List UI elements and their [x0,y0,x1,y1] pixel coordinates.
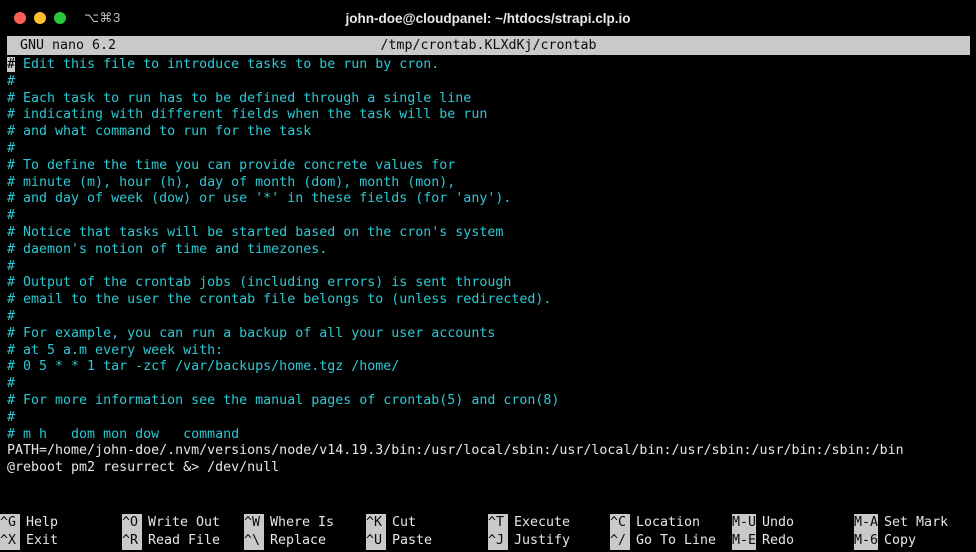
shortcut-key: ^R [122,532,142,550]
editor-line: # and day of week (dow) or use '*' in th… [7,191,512,207]
nano-header-bar: GNU nano 6.2 /tmp/crontab.KLXdKj/crontab [7,36,970,55]
editor-line: # daemon's notion of time and timezones. [7,241,328,257]
shortcut-key: ^G [0,514,20,532]
editor-line: # indicating with different fields when … [7,107,488,123]
editor-line: PATH=/home/john-doe/.nvm/versions/node/v… [7,443,904,459]
shortcut-location[interactable]: ^C Location [610,514,732,532]
shortcut-label: Location [636,515,701,530]
editor-line: # m h dom mon dow command [7,426,240,442]
shortcut-help[interactable]: ^G Help [0,514,122,532]
editor-line: # email to the user the crontab file bel… [7,292,552,308]
shortcut-paste[interactable]: ^U Paste [366,532,488,550]
shortcut-label: Go To Line [636,533,717,548]
shortcut-copy[interactable]: M-6 Copy [854,532,976,550]
shortcut-row-1: ^G Help ^O Write Out ^W Where Is ^K Cut ^T Execut… [0,514,976,532]
window-titlebar: ⌥⌘3 john-doe@cloudpanel: ~/htdocs/strapi… [0,0,976,36]
shortcut-key: ^T [488,514,508,532]
shortcut-label: Exit [26,533,59,548]
editor-line: # Notice that tasks will be started base… [7,224,504,240]
nano-filename-label: /tmp/crontab.KLXdKj/crontab [380,38,597,53]
shortcut-label: Replace [270,533,327,548]
traffic-light-group [0,12,66,24]
editor-line: # [7,308,16,324]
editor-line: # Each task to run has to be defined thr… [7,90,472,106]
shortcut-write-out[interactable]: ^O Write Out [122,514,244,532]
window-title: john-doe@cloudpanel: ~/htdocs/strapi.clp… [345,10,631,26]
editor-line: # [7,73,16,89]
shortcut-key: M-6 [854,532,879,550]
shortcut-label: Paste [392,533,433,548]
editor-line: # Output of the crontab jobs (including … [7,275,512,291]
shortcut-justify[interactable]: ^J Justify [488,532,610,550]
editor-line-text: Edit this file to introduce tasks to be … [15,57,440,72]
window-shortcut-badge: ⌥⌘3 [84,10,121,25]
shortcut-cut[interactable]: ^K Cut [366,514,488,532]
editor-line: # [7,140,16,156]
maximize-window-button[interactable] [54,12,66,24]
shortcut-label: Read File [148,533,221,548]
shortcut-label: Undo [762,515,795,530]
shortcut-read-file[interactable]: ^R Read File [122,532,244,550]
text-cursor: # [7,57,16,72]
shortcut-label: Justify [514,533,571,548]
nano-header-rail [0,36,7,55]
shortcut-go-to-line[interactable]: ^/ Go To Line [610,532,732,550]
editor-line: @reboot pm2 resurrect &> /dev/null [7,460,280,476]
shortcut-label: Copy [884,533,917,548]
shortcut-label: Help [26,515,59,530]
shortcut-key: ^J [488,532,508,550]
shortcut-label: Where Is [270,515,335,530]
shortcut-key: ^K [366,514,386,532]
minimize-window-button[interactable] [34,12,46,24]
shortcut-key: M-U [732,514,757,532]
shortcut-label: Write Out [148,515,221,530]
close-window-button[interactable] [14,12,26,24]
nano-shortcut-bar: ^G Help ^O Write Out ^W Where Is ^K Cut ^T Execut… [0,514,976,550]
editor-line: # and what command to run for the task [7,124,312,140]
shortcut-set-mark[interactable]: M-A Set Mark [854,514,976,532]
nano-editor[interactable]: GNU nano 6.2 /tmp/crontab.KLXdKj/crontab… [0,36,976,552]
shortcut-key: ^W [244,514,264,532]
shortcut-key: ^\ [244,532,264,550]
editor-line: # Edit this file to introduce tasks to b… [7,57,976,74]
shortcut-row-2: ^X Exit ^R Read File ^\ Replace ^U Paste ^J Justi… [0,532,976,550]
shortcut-key: ^O [122,514,142,532]
editor-line: # [7,376,16,392]
shortcut-label: Execute [514,515,571,530]
nano-text-area[interactable]: # Edit this file to introduce tasks to b… [0,55,976,477]
shortcut-key: M-A [854,514,879,532]
shortcut-key: ^/ [610,532,630,550]
shortcut-key: ^X [0,532,20,550]
editor-line: # [7,258,16,274]
nano-header: GNU nano 6.2 /tmp/crontab.KLXdKj/crontab [0,36,976,55]
editor-line: # 0 5 * * 1 tar -zcf /var/backups/home.t… [7,359,400,375]
shortcut-label: Cut [392,515,417,530]
shortcut-key: ^U [366,532,386,550]
shortcut-key: M-E [732,532,757,550]
shortcut-redo[interactable]: M-E Redo [732,532,854,550]
editor-line: # To define the time you can provide con… [7,157,456,173]
shortcut-key: ^C [610,514,630,532]
shortcut-replace[interactable]: ^\ Replace [244,532,366,550]
editor-line: # For example, you can run a backup of a… [7,325,496,341]
editor-line: # at 5 a.m every week with: [7,342,224,358]
shortcut-exit[interactable]: ^X Exit [0,532,122,550]
shortcut-label: Set Mark [884,515,949,530]
shortcut-execute[interactable]: ^T Execute [488,514,610,532]
editor-line: # [7,208,16,224]
shortcut-undo[interactable]: M-U Undo [732,514,854,532]
shortcut-label: Redo [762,533,795,548]
shortcut-where-is[interactable]: ^W Where Is [244,514,366,532]
editor-line: # [7,409,16,425]
editor-line: # For more information see the manual pa… [7,392,560,408]
editor-line: # minute (m), hour (h), day of month (do… [7,174,456,190]
